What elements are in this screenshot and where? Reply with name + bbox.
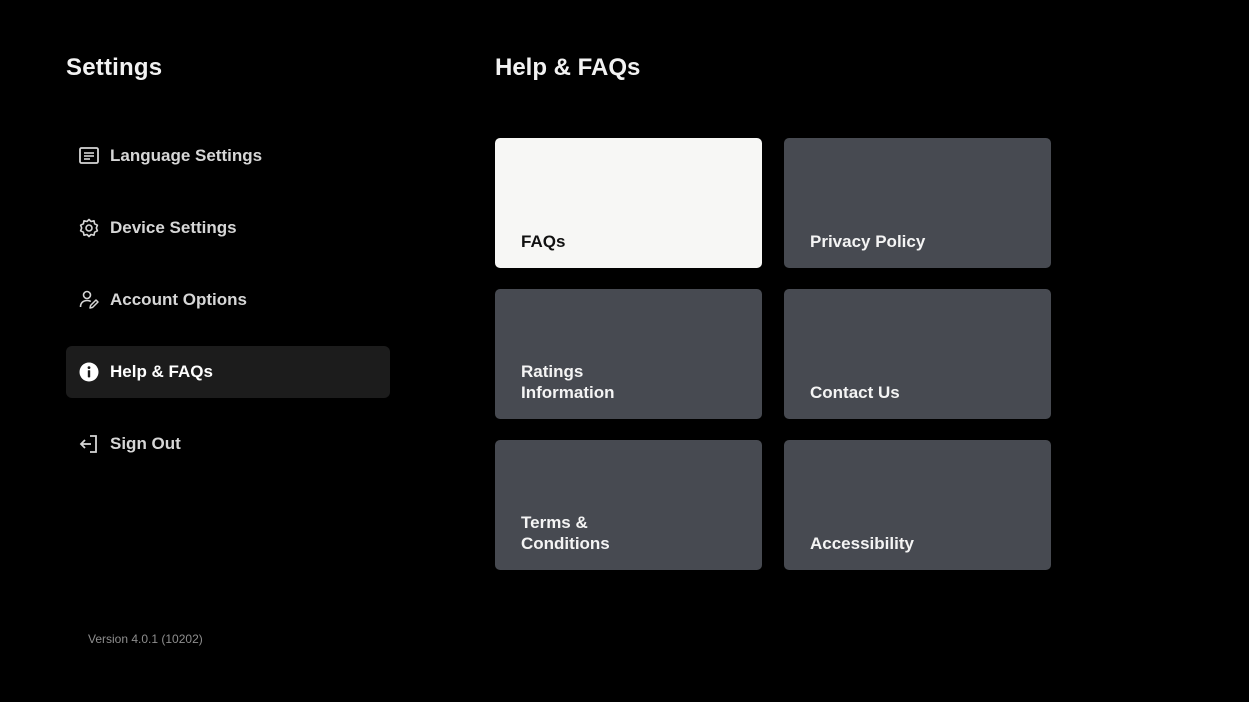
version-text: Version 4.0.1 (10202) — [88, 632, 203, 646]
tile-label: Terms & Conditions — [521, 513, 610, 553]
menu-item-language-settings[interactable]: Language Settings — [66, 130, 390, 182]
tile-ratings-information[interactable]: Ratings Information — [495, 289, 762, 419]
subtitles-icon — [78, 145, 100, 167]
menu-item-label: Sign Out — [110, 434, 181, 453]
settings-menu: Language Settings Device Settings Accoun… — [66, 130, 390, 490]
tile-terms-conditions[interactable]: Terms & Conditions — [495, 440, 762, 570]
user-edit-icon — [78, 289, 100, 311]
tile-label: Contact Us — [810, 383, 900, 402]
gear-icon — [78, 217, 100, 239]
tile-contact-us[interactable]: Contact Us — [784, 289, 1051, 419]
tile-label: Privacy Policy — [810, 232, 926, 251]
tile-label: Accessibility — [810, 534, 914, 553]
tile-privacy-policy[interactable]: Privacy Policy — [784, 138, 1051, 268]
menu-item-sign-out[interactable]: Sign Out — [66, 418, 390, 470]
page-title: Help & FAQs — [495, 54, 641, 81]
menu-item-label: Account Options — [110, 290, 247, 309]
tile-accessibility[interactable]: Accessibility — [784, 440, 1051, 570]
help-tiles-grid: FAQs Privacy Policy Ratings Information … — [495, 138, 1051, 570]
menu-item-label: Help & FAQs — [110, 362, 213, 381]
menu-item-account-options[interactable]: Account Options — [66, 274, 390, 326]
info-icon — [78, 361, 100, 383]
menu-item-help-faqs[interactable]: Help & FAQs — [66, 346, 390, 398]
tile-label: FAQs — [521, 232, 566, 251]
tile-label: Ratings Information — [521, 362, 615, 402]
sign-out-icon — [78, 433, 100, 455]
menu-item-label: Device Settings — [110, 218, 237, 237]
menu-item-device-settings[interactable]: Device Settings — [66, 202, 390, 254]
tile-faqs[interactable]: FAQs — [495, 138, 762, 268]
settings-screen: Settings Language Settings Device Settin… — [0, 0, 1249, 702]
menu-item-label: Language Settings — [110, 146, 263, 165]
sidebar-title: Settings — [66, 54, 163, 81]
